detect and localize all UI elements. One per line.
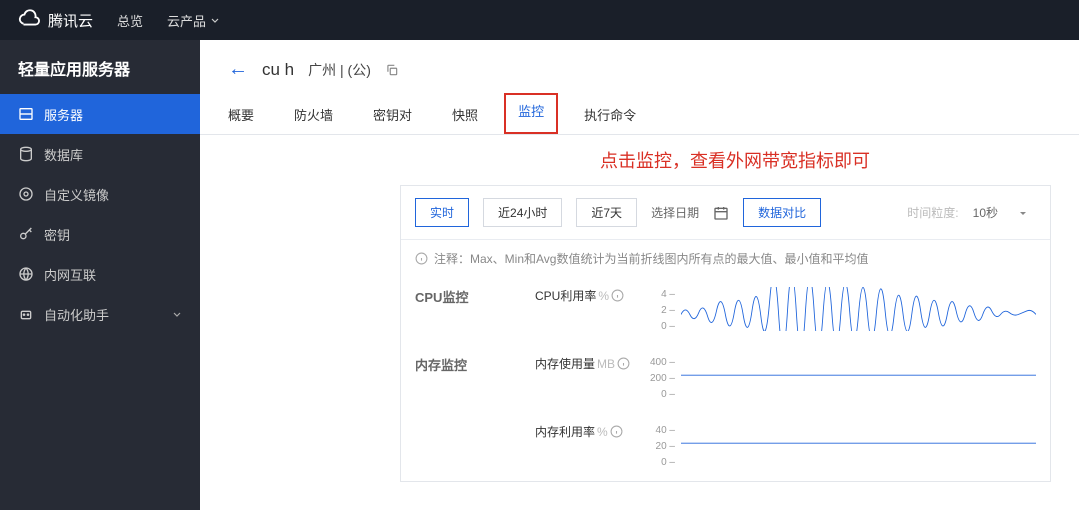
time-realtime-button[interactable]: 实时 [415,198,469,227]
tab-bar: 概要 防火墙 密钥对 快照 监控 执行命令 [200,95,1079,135]
calendar-icon[interactable] [713,205,729,221]
chevron-down-icon [172,309,182,319]
granularity-select[interactable]: 10秒 [973,204,1028,221]
database-icon [18,146,34,162]
metric-cpu-util: CPU利用率% [535,287,645,304]
sidebar: 轻量应用服务器 服务器 数据库 自定义镜像 密钥 内网互联 自动化助手 [0,40,200,510]
brand-name: 腾讯云 [48,10,93,31]
top-navbar: 腾讯云 总览 云产品 [0,0,1079,40]
back-arrow-icon[interactable]: ← [228,58,248,81]
sidebar-item-image[interactable]: 自定义镜像 [0,174,200,214]
sidebar-title: 轻量应用服务器 [0,40,200,94]
monitor-panel: 实时 近24小时 近7天 选择日期 数据对比 时间粒度: 10秒 注释：Max、… [400,185,1051,482]
row-mem-use: 内存监控 内存使用量MB 400 –200 –0 – [401,345,1050,413]
main-content: ← cu h 广州 | (公) 概要 防火墙 密钥对 快照 监控 执行命令 点击… [200,40,1079,510]
chevron-down-icon [210,15,220,25]
server-icon [18,106,34,122]
annotation-hint: 点击监控，查看外网带宽指标即可 [600,147,1079,173]
tab-keypair[interactable]: 密钥对 [373,95,412,134]
sidebar-item-label: 数据库 [44,145,83,164]
chart-cpu-util [681,287,1036,331]
disc-icon [18,186,34,202]
granularity-value: 10秒 [973,204,998,221]
sidebar-item-key[interactable]: 密钥 [0,214,200,254]
section-cpu-title: CPU监控 [415,287,535,306]
network-icon [18,266,34,282]
instance-region: 广州 | (公) [308,60,371,80]
sidebar-item-server[interactable]: 服务器 [0,94,200,134]
time-24h-button[interactable]: 近24小时 [483,198,562,227]
tab-monitor[interactable]: 监控 [504,93,558,134]
tab-overview[interactable]: 概要 [228,95,254,134]
tab-exec-cmd[interactable]: 执行命令 [584,95,636,134]
granularity-label: 时间粒度: [907,204,958,221]
info-icon[interactable] [610,425,623,438]
sidebar-item-label: 内网互联 [44,265,96,284]
caret-down-icon [1018,208,1028,218]
yaxis-mem-use: 400 –200 –0 – [645,355,681,403]
tab-firewall[interactable]: 防火墙 [294,95,333,134]
copy-icon[interactable] [385,63,399,77]
key-icon [18,226,34,242]
sidebar-item-label: 自动化助手 [44,305,109,324]
sidebar-item-label: 服务器 [44,105,83,124]
sidebar-item-label: 自定义镜像 [44,185,109,204]
row-cpu: CPU监控 CPU利用率% 4 –2 –0 – [401,277,1050,345]
cloud-logo-icon [18,9,40,31]
info-icon[interactable] [611,289,624,302]
metric-mem-rate: 内存利用率% [535,423,645,440]
breadcrumb: ← cu h 广州 | (公) [200,40,1079,95]
robot-icon [18,306,34,322]
sidebar-item-automation[interactable]: 自动化助手 [0,294,200,334]
time-toolbar: 实时 近24小时 近7天 选择日期 数据对比 时间粒度: 10秒 [401,186,1050,240]
nav-products[interactable]: 云产品 [167,11,220,30]
tab-snapshot[interactable]: 快照 [452,95,478,134]
sidebar-item-intranet[interactable]: 内网互联 [0,254,200,294]
time-7d-button[interactable]: 近7天 [576,198,637,227]
info-icon[interactable] [617,357,630,370]
section-mem-title: 内存监控 [415,355,535,374]
stats-note: 注释：Max、Min和Avg数值统计为当前折线图内所有点的最大值、最小值和平均值 [401,240,1050,277]
row-mem-rate: 内存利用率% 40 –20 –0 – [401,413,1050,481]
sidebar-item-database[interactable]: 数据库 [0,134,200,174]
yaxis-mem-rate: 40 –20 –0 – [645,423,681,471]
nav-products-label: 云产品 [167,11,206,30]
date-pick-label: 选择日期 [651,204,699,221]
stats-note-text: 注释：Max、Min和Avg数值统计为当前折线图内所有点的最大值、最小值和平均值 [434,250,868,267]
metric-mem-use: 内存使用量MB [535,355,645,372]
instance-name: cu h [262,60,294,80]
nav-overview[interactable]: 总览 [117,11,143,30]
yaxis-cpu: 4 –2 –0 – [645,287,681,335]
chart-mem-rate [681,423,1036,467]
data-compare-button[interactable]: 数据对比 [743,198,821,227]
chart-mem-use [681,355,1036,399]
info-icon [415,252,428,265]
sidebar-item-label: 密钥 [44,225,70,244]
